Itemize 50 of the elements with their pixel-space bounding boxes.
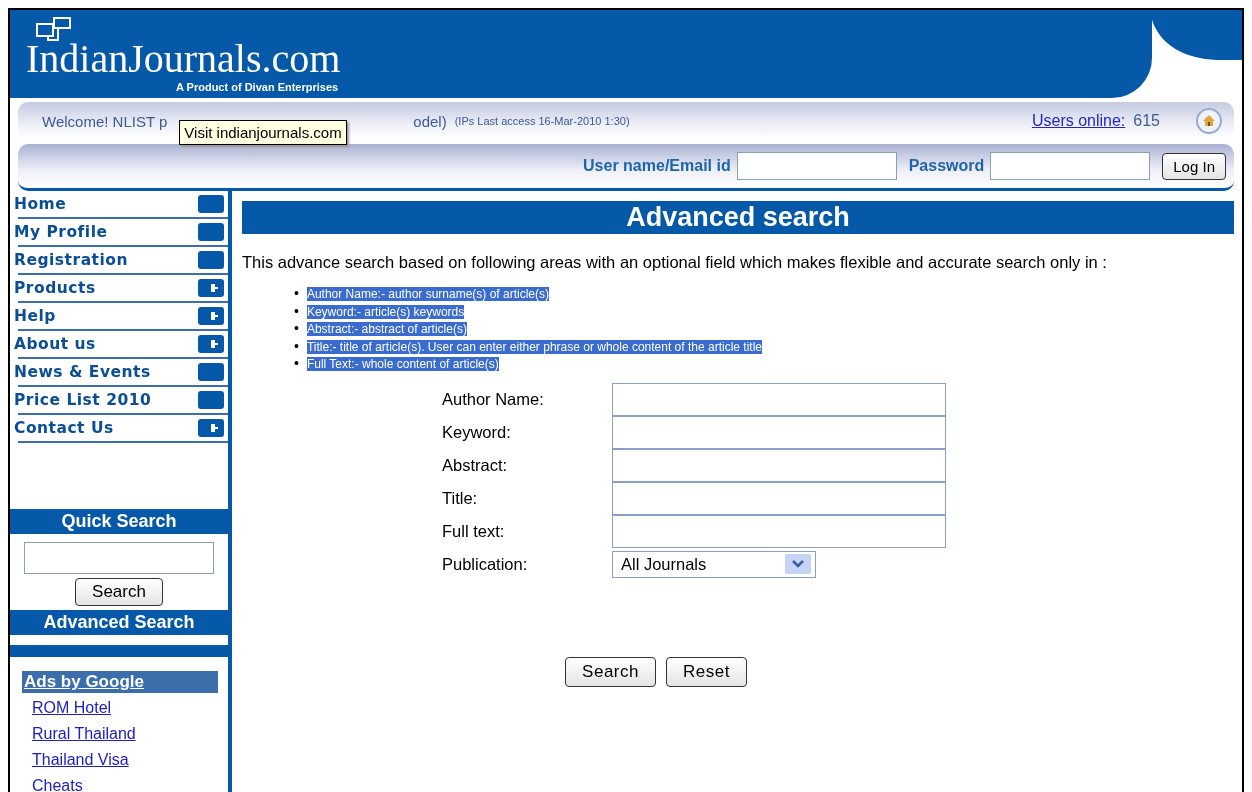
form-button[interactable]: Search (565, 656, 656, 687)
field-label: Author Name: (442, 388, 545, 410)
ad-link[interactable]: Rural Thailand (32, 723, 218, 745)
publication-dropdown[interactable]: All Journals (612, 550, 816, 578)
ad-link[interactable]: Cheats (32, 775, 218, 792)
field-label: Full text: (442, 520, 506, 542)
quick-search-field[interactable] (24, 542, 214, 574)
ad-link[interactable]: Thailand Visa (32, 749, 218, 771)
last-access-text: (IPs Last access 16-Mar-2010 1:30) (454, 115, 630, 127)
input-field[interactable] (612, 448, 946, 482)
field-label: Publication: (442, 553, 529, 575)
quick-search-heading: Quick Search (10, 509, 228, 534)
ad-link[interactable]: ROM Hotel (32, 697, 218, 719)
welcome-text: odel) (413, 112, 447, 130)
field-label: Title: (442, 487, 479, 509)
input-field[interactable] (612, 514, 946, 548)
list-item-text: Title:- title of article(s). User can enter either phrase or whole content of the article title (306, 339, 762, 354)
input-field[interactable] (612, 382, 946, 416)
list-item-text: Abstract:- abstract of article(s) (306, 322, 467, 336)
logo-tagline: A Product of Divan Enterprises (176, 81, 340, 94)
input-field[interactable] (612, 481, 946, 515)
bullet: • (294, 337, 299, 354)
users-online-link[interactable]: Users online: (1031, 112, 1126, 130)
form-button[interactable]: Reset (665, 656, 747, 687)
field-label: Abstract: (442, 454, 509, 476)
list-item-text: Full Text:- whole content of article(s) (306, 357, 499, 371)
bullet: • (294, 302, 299, 319)
list-item-text: Keyword:- article(s) keywords (306, 304, 465, 319)
home-icon[interactable] (1196, 108, 1222, 134)
logo-icon (36, 17, 72, 41)
password-label: Password (908, 157, 985, 175)
username-field[interactable] (736, 152, 897, 180)
welcome-text: Welcome! NLIST p (42, 112, 168, 130)
input-field[interactable] (612, 415, 946, 449)
bullet: • (294, 285, 299, 301)
page-title: Advanced search (242, 201, 1234, 234)
bullet: • (294, 320, 299, 336)
bullet: • (294, 355, 299, 371)
dropdown-caret-icon (785, 554, 811, 574)
username-label: User name/Email id (583, 157, 731, 175)
logo-text: IndianJournals.com (26, 37, 341, 81)
tooltip: Visit indianjournals.com (179, 120, 347, 145)
search-button[interactable]: Search (75, 578, 163, 606)
login-button[interactable]: Log In (1162, 152, 1226, 180)
intro-text: This advance search based on following areas with an optional field which makes flexible and accurate search only in : (242, 252, 1108, 273)
ads-heading-link[interactable]: Ads by Google (22, 671, 218, 693)
field-label: Keyword: (442, 421, 512, 443)
list-item-text: Author Name:- author surname(s) of article(s) (306, 287, 549, 301)
users-online-count: 615 (1133, 112, 1160, 130)
password-field[interactable] (990, 152, 1151, 180)
